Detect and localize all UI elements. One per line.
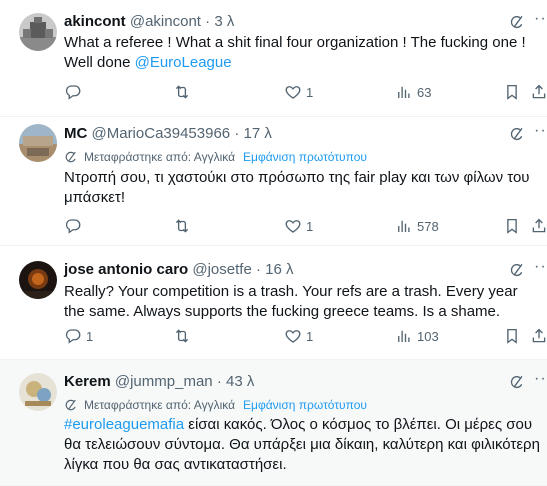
more-options-icon[interactable]: ··· xyxy=(534,11,547,27)
retweet-button[interactable] xyxy=(173,82,195,102)
tweet-text-content: What a referee ! What a shit final four … xyxy=(64,34,526,71)
action-bar: 1 1 103 xyxy=(0,326,547,346)
display-name[interactable]: MC xyxy=(64,125,87,142)
reply-button[interactable]: 1 xyxy=(64,326,93,346)
retweet-icon xyxy=(173,327,191,345)
separator-dot: · xyxy=(205,13,211,30)
separator-dot: · xyxy=(216,373,222,390)
display-name[interactable]: jose antonio caro xyxy=(64,261,188,278)
timestamp[interactable]: 43 λ xyxy=(226,373,254,390)
translate-icon xyxy=(64,398,78,412)
grok-icon[interactable] xyxy=(509,374,525,390)
more-options-icon[interactable]: ··· xyxy=(534,259,547,275)
show-original-link[interactable]: Εμφάνιση πρωτότυπου xyxy=(243,396,367,414)
like-count: 1 xyxy=(306,84,314,100)
share-button[interactable] xyxy=(530,82,547,102)
bookmark-button[interactable] xyxy=(503,82,521,102)
share-button[interactable] xyxy=(530,326,547,346)
user-handle[interactable]: @akincont xyxy=(130,13,201,30)
translation-label: Μεταφράστηκε από: Αγγλικά xyxy=(84,398,236,412)
grok-icon[interactable] xyxy=(509,14,525,30)
retweet-icon xyxy=(173,83,191,101)
display-name[interactable]: akincont xyxy=(64,13,126,30)
bookmark-button[interactable] xyxy=(503,216,521,236)
tweet-header: MC @MarioCa39453966 · 17 λ xyxy=(64,124,272,144)
bookmark-icon xyxy=(503,83,521,101)
separator-dot: · xyxy=(234,125,240,142)
timestamp[interactable]: 3 λ xyxy=(214,13,234,30)
tweet[interactable]: MC @MarioCa39453966 · 17 λ ··· Μεταφράστ… xyxy=(0,117,547,246)
reply-icon xyxy=(64,83,82,101)
user-handle[interactable]: @MarioCa39453966 xyxy=(92,125,231,142)
tweet-header: akincont @akincont · 3 λ xyxy=(64,12,234,32)
tweet[interactable]: jose antonio caro @josetfe · 16 λ ··· Re… xyxy=(0,246,547,360)
views-button[interactable]: 63 xyxy=(395,82,431,102)
share-icon xyxy=(530,83,547,101)
more-options-icon[interactable]: ··· xyxy=(534,123,547,139)
avatar[interactable] xyxy=(19,124,57,162)
grok-icon[interactable] xyxy=(509,262,525,278)
translate-icon xyxy=(64,150,78,164)
share-button[interactable] xyxy=(530,216,547,236)
action-bar: 1 578 xyxy=(0,216,547,236)
tweet-text: What a referee ! What a shit final four … xyxy=(64,33,540,73)
retweet-icon xyxy=(173,217,191,235)
grok-icon[interactable] xyxy=(509,126,525,142)
tweet-text: Ντροπή σου, τι χαστούκι στο πρόσωπο της … xyxy=(64,169,530,206)
timestamp[interactable]: 16 λ xyxy=(265,261,293,278)
separator-dot: · xyxy=(255,261,261,278)
user-handle[interactable]: @jummp_man xyxy=(115,373,213,390)
reply-button[interactable] xyxy=(64,216,86,236)
views-button[interactable]: 103 xyxy=(395,326,439,346)
show-original-link[interactable]: Εμφάνιση πρωτότυπου xyxy=(243,148,367,166)
mention-link[interactable]: @EuroLeague xyxy=(135,54,232,71)
more-options-icon[interactable]: ··· xyxy=(534,371,547,387)
view-count: 103 xyxy=(417,328,439,344)
heart-icon xyxy=(284,217,302,235)
reply-icon xyxy=(64,327,82,345)
avatar[interactable] xyxy=(19,261,57,299)
share-icon xyxy=(530,327,547,345)
retweet-button[interactable] xyxy=(173,326,195,346)
translation-label: Μεταφράστηκε από: Αγγλικά xyxy=(84,150,236,164)
reply-count: 1 xyxy=(86,328,94,344)
tweet-text: #euroleaguemafia είσαι κακός. Όλος ο κόσ… xyxy=(64,415,540,475)
like-button[interactable]: 1 xyxy=(284,326,313,346)
analytics-icon xyxy=(395,83,413,101)
tweet-text: Really? Your competition is a trash. You… xyxy=(64,283,518,320)
timestamp[interactable]: 17 λ xyxy=(244,125,272,142)
heart-icon xyxy=(284,327,302,345)
tweet-header: Kerem @jummp_man · 43 λ xyxy=(64,372,254,392)
views-button[interactable]: 578 xyxy=(395,216,439,236)
analytics-icon xyxy=(395,217,413,235)
action-bar: 1 63 xyxy=(0,82,547,102)
tweet-header: jose antonio caro @josetfe · 16 λ xyxy=(64,260,294,280)
bookmark-icon xyxy=(503,327,521,345)
like-button[interactable]: 1 xyxy=(284,82,313,102)
translation-notice: Μεταφράστηκε από: Αγγλικά Εμφάνιση πρωτό… xyxy=(64,148,367,166)
view-count: 578 xyxy=(417,218,439,234)
bookmark-icon xyxy=(503,217,521,235)
bookmark-button[interactable] xyxy=(503,326,521,346)
display-name[interactable]: Kerem xyxy=(64,373,111,390)
analytics-icon xyxy=(395,327,413,345)
reply-icon xyxy=(64,217,82,235)
hashtag-link[interactable]: #euroleaguemafia xyxy=(64,416,184,433)
like-count: 1 xyxy=(306,218,314,234)
tweet[interactable]: akincont @akincont · 3 λ ··· What a refe… xyxy=(0,0,547,117)
retweet-button[interactable] xyxy=(173,216,195,236)
reply-button[interactable] xyxy=(64,82,86,102)
share-icon xyxy=(530,217,547,235)
avatar[interactable] xyxy=(19,13,57,51)
tweet[interactable]: Kerem @jummp_man · 43 λ ··· Μεταφράστηκε… xyxy=(0,360,547,486)
heart-icon xyxy=(284,83,302,101)
translation-notice: Μεταφράστηκε από: Αγγλικά Εμφάνιση πρωτό… xyxy=(64,396,367,414)
view-count: 63 xyxy=(417,84,432,100)
user-handle[interactable]: @josetfe xyxy=(192,261,251,278)
avatar[interactable] xyxy=(19,373,57,411)
like-button[interactable]: 1 xyxy=(284,216,313,236)
like-count: 1 xyxy=(306,328,314,344)
